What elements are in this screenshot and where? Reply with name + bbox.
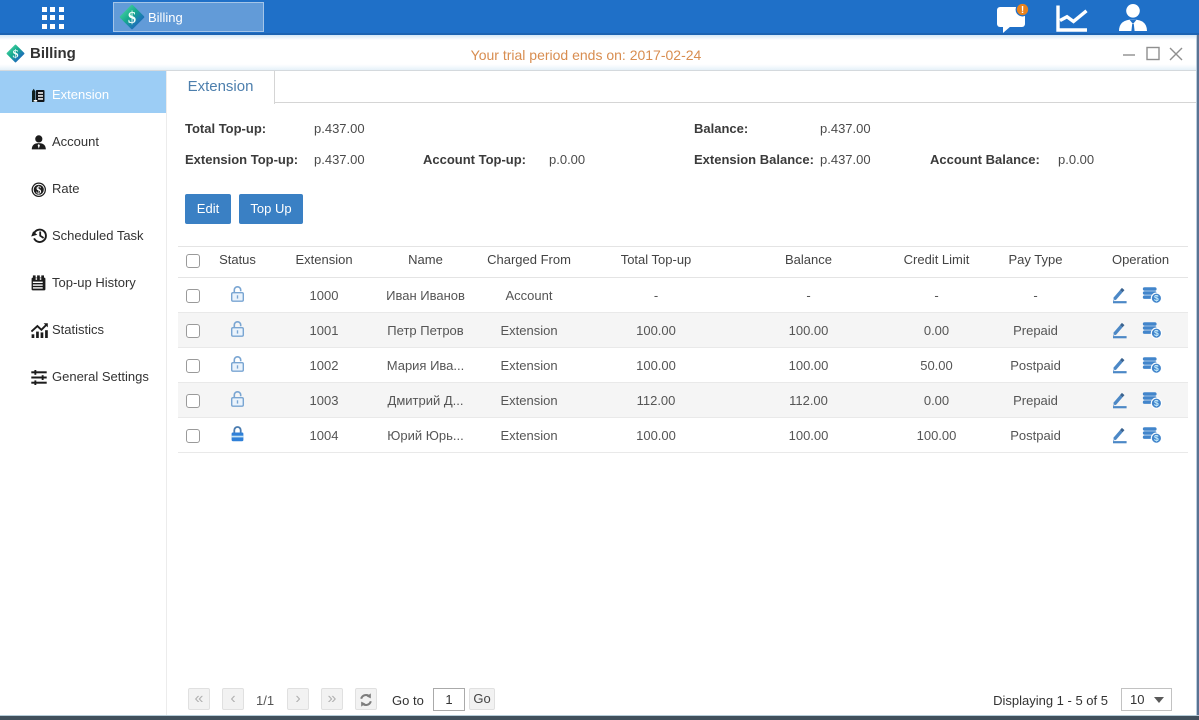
svg-text:$: $ <box>128 8 136 27</box>
svg-text:$: $ <box>1154 328 1159 338</box>
svg-text:$: $ <box>1154 363 1159 373</box>
svg-text:$: $ <box>36 185 41 196</box>
svg-text:$: $ <box>1154 398 1159 408</box>
svg-text:$: $ <box>1154 433 1159 443</box>
svg-text:$: $ <box>1154 293 1159 303</box>
svg-text:!: ! <box>1021 5 1024 16</box>
